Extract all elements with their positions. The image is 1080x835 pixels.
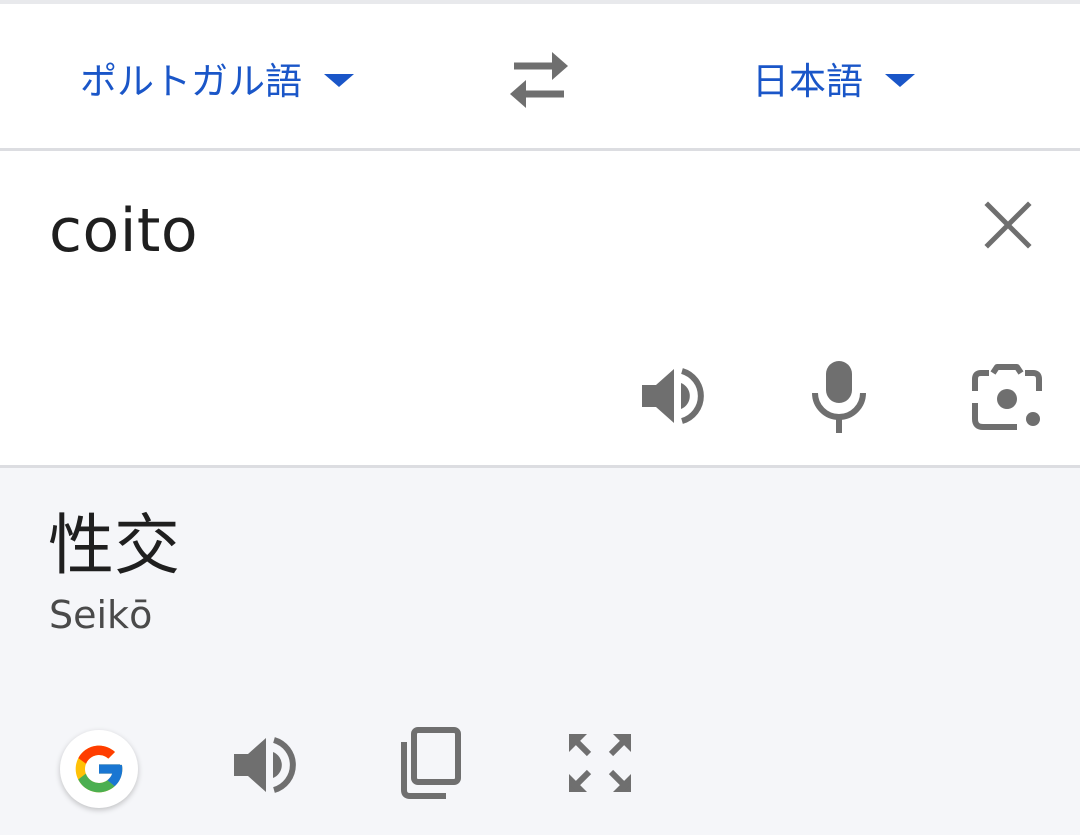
translate-page: ポルトガル語 日本語 coito 性交 Seikō bbox=[0, 0, 1080, 835]
translation-output-area: 性交 Seikō bbox=[0, 468, 1080, 835]
dropdown-caret-icon bbox=[885, 73, 915, 87]
language-bar: ポルトガル語 日本語 bbox=[0, 4, 1080, 149]
source-language-label: ポルトガル語 bbox=[80, 60, 302, 103]
fullscreen-icon[interactable] bbox=[565, 730, 635, 796]
lens-camera-icon[interactable] bbox=[971, 363, 1043, 431]
google-search-button[interactable] bbox=[60, 730, 138, 808]
target-language-selector[interactable]: 日本語 bbox=[752, 50, 915, 106]
speaker-icon[interactable] bbox=[228, 730, 298, 800]
speaker-icon[interactable] bbox=[636, 361, 706, 431]
close-icon[interactable] bbox=[978, 195, 1038, 255]
target-language-label: 日本語 bbox=[752, 60, 863, 103]
microphone-icon[interactable] bbox=[806, 359, 872, 435]
swap-icon[interactable] bbox=[506, 50, 572, 108]
source-language-selector[interactable]: ポルトガル語 bbox=[80, 50, 354, 106]
translated-text: 性交 bbox=[48, 507, 180, 584]
copy-icon[interactable] bbox=[396, 726, 466, 800]
source-text[interactable]: coito bbox=[49, 191, 198, 271]
source-input-area[interactable]: coito bbox=[0, 151, 1080, 465]
google-logo-icon bbox=[75, 745, 123, 793]
dropdown-caret-icon bbox=[324, 73, 354, 87]
romanization-text: Seikō bbox=[49, 593, 153, 637]
